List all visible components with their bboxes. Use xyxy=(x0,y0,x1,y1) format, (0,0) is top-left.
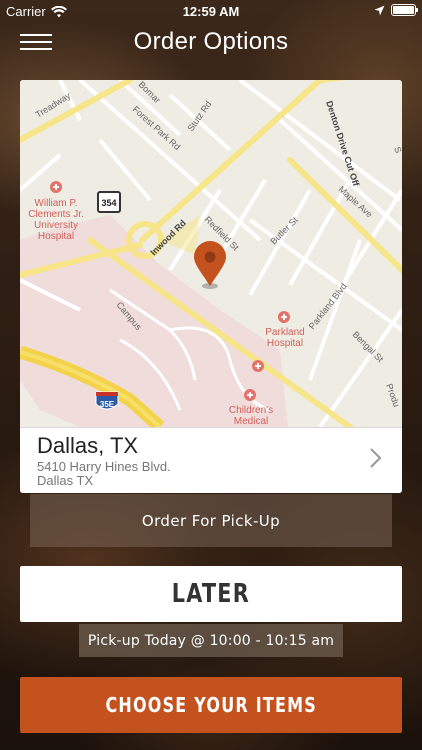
location-card: 354 35E Treadway Bomar Forest Park Rd St… xyxy=(20,80,402,493)
map-label-childrens-medical: Children's xyxy=(229,405,273,416)
hospital-icon xyxy=(278,311,290,323)
svg-text:Clements Jr.: Clements Jr. xyxy=(28,209,84,220)
map-label-clements-hospital: William P. xyxy=(34,198,77,209)
hospital-icon xyxy=(252,360,264,372)
svg-text:University: University xyxy=(34,220,78,231)
later-button[interactable]: LATER xyxy=(20,566,402,622)
hospital-icon xyxy=(50,181,62,193)
status-bar: Carrier 12:59 AM xyxy=(0,0,422,22)
location-street: 5410 Harry Hines Blvd. xyxy=(37,459,171,474)
nav-bar: Order Options xyxy=(0,22,422,64)
location-address-row[interactable]: Dallas, TX 5410 Harry Hines Blvd. Dallas… xyxy=(20,427,402,493)
later-button-label: LATER xyxy=(171,579,251,609)
location-arrow-icon xyxy=(374,5,385,15)
location-map[interactable]: 354 35E Treadway Bomar Forest Park Rd St… xyxy=(20,80,402,427)
location-city-short: Dallas TX xyxy=(37,473,94,488)
order-pickup-button[interactable]: Order For Pick-Up xyxy=(30,494,392,547)
pickup-time-selector[interactable]: Pick-up Today @ 10:00 - 10:15 am xyxy=(79,624,343,657)
route-354-shield: 354 xyxy=(97,191,121,213)
chevron-right-icon xyxy=(370,448,382,468)
choose-items-button[interactable]: CHOOSE YOUR ITEMS xyxy=(20,677,402,733)
interstate-35e-shield: 35E xyxy=(95,391,119,410)
hospital-icon xyxy=(244,389,256,401)
clock: 12:59 AM xyxy=(182,4,240,19)
location-city: Dallas, TX xyxy=(37,433,139,458)
svg-text:354: 354 xyxy=(101,198,116,208)
svg-text:Hospital: Hospital xyxy=(38,231,74,242)
map-label-parkland-hospital: Parkland xyxy=(265,327,304,338)
choose-items-label: CHOOSE YOUR ITEMS xyxy=(105,693,317,717)
status-right xyxy=(374,4,418,16)
svg-text:Hospital: Hospital xyxy=(267,338,303,349)
battery-icon xyxy=(391,4,418,16)
svg-text:35E: 35E xyxy=(100,400,115,409)
page-title: Order Options xyxy=(133,28,289,55)
svg-text:Medical: Medical xyxy=(234,416,268,427)
